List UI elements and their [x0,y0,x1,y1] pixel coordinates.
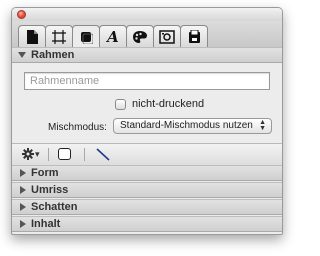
palette-icon [133,30,147,43]
tab-document[interactable] [18,25,46,47]
text-icon: A [107,27,119,46]
document-icon [27,29,38,44]
export-icon [188,29,200,43]
section-header-schatten[interactable]: Schatten [12,199,282,215]
gear-menu-button[interactable]: ▾ [22,148,40,160]
nonprinting-checkbox[interactable] [115,98,126,110]
menu-arrow-icon: ▾ [35,148,40,159]
section-header-rahmen[interactable]: Rahmen [12,47,282,63]
line-tool-button[interactable] [96,148,110,166]
image-icon [159,29,175,44]
close-button[interactable] [17,10,26,19]
disclosure-closed-icon [20,169,26,177]
select-arrows-icon: ▲ ▼ [259,119,266,132]
frame-icon [52,29,66,44]
title-bar [12,8,282,21]
toolbar-divider [84,148,85,161]
section-title: Rahmen [31,49,75,61]
disclosure-open-icon [18,52,26,58]
tab-text[interactable]: A [99,25,127,47]
disclosure-closed-icon [20,186,26,194]
object-icon [81,32,93,44]
section-header-inhalt[interactable]: Inhalt [12,216,282,232]
nonprinting-option[interactable]: nicht-druckend [115,97,204,111]
section-header-umriss[interactable]: Umriss [12,182,282,198]
nonprinting-label: nicht-druckend [132,98,205,110]
tab-frame[interactable] [45,25,73,47]
inspector-panel: A Rahmen nicht-druckend Mischmodus: Stan… [11,7,283,235]
tab-object[interactable] [72,25,100,48]
style-toolbar: ▾ [12,143,282,165]
section-title: Umriss [31,184,69,196]
section-header-form[interactable]: Form [12,165,282,181]
section-title: Form [31,167,59,179]
section-title: Inhalt [31,218,61,230]
blend-mode-value: Standard-Mischmodus nutzen [120,120,253,131]
blend-mode-label: Mischmodus: [48,122,107,133]
frame-name-input[interactable] [24,72,270,90]
blend-mode-select[interactable]: Standard-Mischmodus nutzen ▲ ▼ [113,118,272,134]
tab-image[interactable] [153,25,181,47]
section-title: Schatten [31,201,78,213]
toolbar-divider [48,148,49,161]
disclosure-closed-icon [20,220,26,228]
rounded-rect-shape-button[interactable] [58,148,71,160]
diagonal-line-icon [96,148,110,161]
tab-export[interactable] [180,25,208,47]
gear-icon [22,148,34,160]
disclosure-closed-icon [20,203,26,211]
tab-color[interactable] [126,25,154,47]
inspector-tabbar: A [12,21,282,48]
